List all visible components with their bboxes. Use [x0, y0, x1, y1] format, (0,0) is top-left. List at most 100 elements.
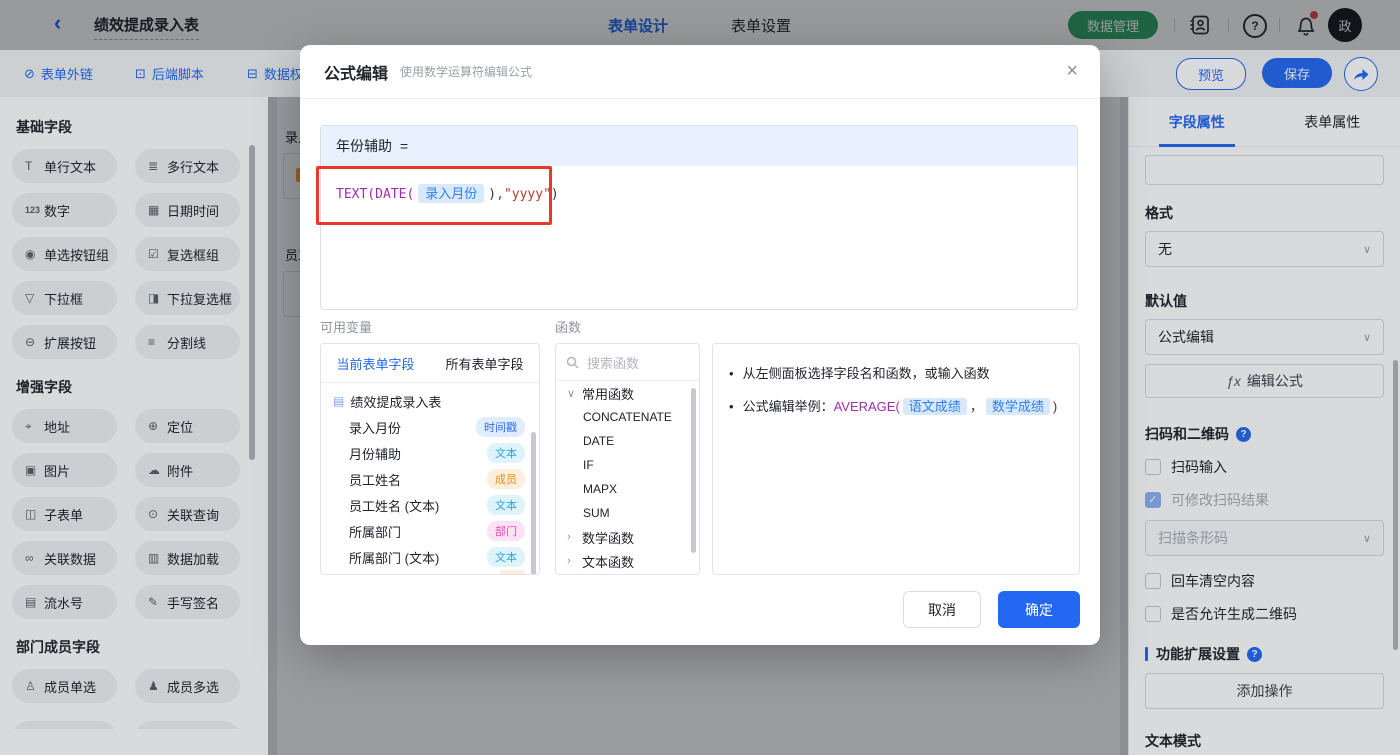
variable-row[interactable]: 月份辅助文本 [321, 440, 539, 466]
checkbox-scan-input[interactable]: 扫码输入 [1145, 457, 1384, 477]
field-type-button[interactable]: T单行文本 [12, 149, 117, 183]
field-type-button[interactable]: ◫子表单 [12, 497, 117, 531]
checkbox-allow-qrcode[interactable]: 是否允许生成二维码 [1145, 604, 1384, 624]
variables-scrollbar[interactable] [531, 432, 536, 575]
field-type-label: 流水号 [44, 593, 83, 612]
field-type-button[interactable]: ⌖地址 [12, 409, 117, 443]
form-external-link-button[interactable]: ⊘ 表单外链 [24, 50, 93, 97]
field-type-button[interactable]: ▽下拉框 [12, 281, 117, 315]
variable-row[interactable]: 所属部门 (文本)文本 [321, 544, 539, 570]
function-group-row[interactable]: ›数学函数 [556, 525, 699, 549]
variable-row[interactable]: 员工姓名成员 [321, 466, 539, 492]
cancel-button[interactable]: 取消 [903, 591, 981, 628]
field-type-button[interactable]: ◉单选按钮组 [12, 237, 117, 271]
checkbox-checked-icon: ✓ [1145, 492, 1161, 508]
variable-name: 员工姓名 [349, 470, 487, 489]
variable-name: 员工姓名 (文本) [349, 496, 487, 515]
example-field-pill: 数学成绩 [986, 398, 1050, 415]
field-type-button[interactable]: ⊖扩展按钮 [12, 325, 117, 359]
function-group-row[interactable]: ›文本函数 [556, 549, 699, 573]
single-line-text-icon: T [25, 159, 44, 173]
variables-root-row[interactable]: ▤绩效提成录入表 [321, 388, 539, 414]
sidebar-section-grid: T单行文本 ≣多行文本 123数字 ▦日期时间 ◉单选按钮组 ☑复选框组 ▽下拉框 ◨下拉复选… [12, 149, 268, 359]
variable-row[interactable]: 录入月份时间戳 [321, 414, 539, 440]
member-multi-icon: ♟ [148, 679, 167, 693]
field-type-label: 子表单 [44, 505, 83, 524]
field-type-label: 数字 [44, 201, 70, 220]
field-type-label: 多行文本 [167, 157, 219, 176]
confirm-button[interactable]: 确定 [998, 591, 1080, 628]
formula-token: DATE( [375, 187, 414, 202]
sidebar-scrollbar[interactable] [249, 145, 255, 460]
field-type-button[interactable] [135, 721, 240, 729]
field-type-button[interactable]: ☑复选框组 [135, 237, 240, 271]
data-manage-button[interactable]: 数据管理 [1068, 11, 1158, 39]
function-item[interactable]: MAPX [556, 477, 699, 501]
function-item[interactable]: DATE [556, 429, 699, 453]
question-circle-icon[interactable]: ? [1236, 427, 1251, 442]
field-type-button[interactable]: ▤流水号 [12, 585, 117, 619]
field-type-button[interactable]: ∞关联数据 [12, 541, 117, 575]
contacts-icon[interactable] [1188, 13, 1212, 37]
help-icon[interactable]: ? [1243, 14, 1267, 38]
field-type-button[interactable]: ◨下拉复选框 [135, 281, 240, 315]
function-group-row[interactable]: ∨常用函数 [556, 381, 699, 405]
format-select[interactable]: 无∨ [1145, 231, 1384, 267]
panel-scrollbar[interactable] [1393, 360, 1398, 650]
function-search-input[interactable]: 搜索函数 [556, 344, 699, 381]
placeholder-input[interactable] [1145, 155, 1384, 185]
function-item[interactable]: CONCATENATE [556, 405, 699, 429]
close-icon[interactable]: × [1066, 59, 1078, 83]
tab-all-form-fields[interactable]: 所有表单字段 [430, 344, 539, 382]
bell-icon[interactable] [1294, 12, 1318, 38]
function-item[interactable]: IF [556, 453, 699, 477]
default-value-select[interactable]: 公式编辑∨ [1145, 319, 1384, 355]
field-type-button[interactable]: ♟成员多选 [135, 669, 240, 703]
edit-formula-button[interactable]: ƒx 编辑公式 [1145, 364, 1384, 398]
tab-current-form-fields[interactable]: 当前表单字段 [321, 344, 430, 382]
tab-form-properties[interactable]: 表单属性 [1265, 97, 1400, 146]
formula-field-pill[interactable]: 录入月份 [418, 184, 484, 203]
field-type-label: 地址 [44, 417, 70, 436]
checkbox-editable-scan-result[interactable]: ✓ 可修改扫码结果 [1145, 490, 1384, 510]
add-action-button[interactable]: 添加操作 [1145, 673, 1384, 709]
field-type-button[interactable]: ✎手写签名 [135, 585, 240, 619]
variable-row[interactable]: 所属部门部门 [321, 518, 539, 544]
variable-row[interactable]: 员工姓名 (文本)文本 [321, 492, 539, 518]
field-type-button[interactable]: ≡分割线 [135, 325, 240, 359]
formula-input-area[interactable]: TEXT(DATE(录入月份),"yyyy") [321, 166, 1077, 219]
back-icon[interactable]: ‹ [54, 10, 61, 36]
scan-type-select[interactable]: 扫描条形码∨ [1145, 520, 1384, 556]
tab-form-design[interactable]: 表单设计 [608, 15, 668, 36]
field-type-button[interactable]: ▦日期时间 [135, 193, 240, 227]
variable-name: 所属部门 (文本) [349, 548, 487, 567]
preview-button[interactable]: 预览 [1176, 58, 1246, 90]
functions-scrollbar[interactable] [691, 388, 696, 553]
field-type-label: 下拉复选框 [167, 289, 232, 308]
field-type-button[interactable]: ▥数据加载 [135, 541, 240, 575]
function-item[interactable]: SUM [556, 501, 699, 525]
chevron-down-icon: ∨ [1363, 331, 1371, 344]
question-circle-icon[interactable]: ? [1247, 647, 1262, 662]
share-icon[interactable] [1344, 57, 1378, 91]
field-type-button[interactable]: ♙成员单选 [12, 669, 117, 703]
tab-field-properties[interactable]: 字段属性 [1129, 97, 1265, 146]
field-type-button[interactable] [12, 721, 117, 729]
tab-form-settings[interactable]: 表单设置 [731, 15, 791, 36]
variables-tabs: 当前表单字段 所有表单字段 [321, 344, 539, 383]
field-type-button[interactable]: ☁附件 [135, 453, 240, 487]
dialog-header: 公式编辑 使用数学运算符编辑公式 × [300, 45, 1100, 99]
variable-type-badge: 文本 [487, 547, 525, 567]
field-type-button[interactable]: ≣多行文本 [135, 149, 240, 183]
number-icon: 123 [25, 205, 44, 215]
field-type-button[interactable]: ⊕定位 [135, 409, 240, 443]
field-type-button[interactable]: ⊙关联查询 [135, 497, 240, 531]
checkbox-enter-clear[interactable]: 回车清空内容 [1145, 571, 1384, 591]
backend-script-button[interactable]: ⊡ 后端脚本 [135, 50, 204, 97]
save-button[interactable]: 保存 [1262, 58, 1332, 88]
example-token: ， [970, 399, 983, 414]
field-type-button[interactable]: ▣图片 [12, 453, 117, 487]
avatar[interactable]: 政 [1328, 8, 1362, 42]
field-type-button[interactable]: 123数字 [12, 193, 117, 227]
variable-row-partial[interactable] [321, 570, 539, 575]
